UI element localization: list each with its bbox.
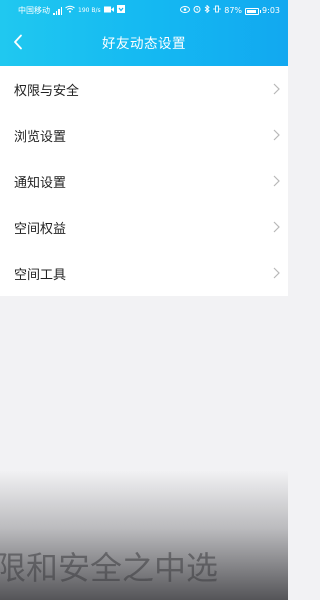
- menu-item-space-tools[interactable]: 空间工具: [0, 250, 288, 296]
- header-bar: 中国移动 190 B/s 87% 9:03 好友动态设置: [0, 0, 288, 66]
- menu-item-space-benefits[interactable]: 空间权益: [0, 204, 288, 250]
- status-left: 中国移动 190 B/s: [18, 0, 125, 22]
- chevron-right-icon: [273, 175, 280, 187]
- chevron-right-icon: [273, 267, 280, 279]
- status-bar: 中国移动 190 B/s 87% 9:03: [0, 0, 288, 22]
- download-icon: [116, 0, 125, 22]
- chevron-right-icon: [273, 221, 280, 233]
- bluetooth-icon: [204, 0, 210, 22]
- vibrate-icon: [213, 0, 221, 22]
- menu-item-label: 通知设置: [14, 175, 67, 191]
- chevron-right-icon: [273, 129, 280, 141]
- menu-item-notifications[interactable]: 通知设置: [0, 158, 288, 204]
- time-label: 9:03: [262, 6, 280, 15]
- status-right: 87% 9:03: [180, 0, 280, 22]
- carrier-label: 中国移动: [18, 6, 50, 15]
- menu-item-label: 空间权益: [14, 221, 67, 237]
- menu-item-label: 权限与安全: [14, 83, 80, 99]
- video-icon: [103, 0, 114, 22]
- settings-list: 权限与安全 浏览设置 通知设置 空间权益 空间工具: [0, 66, 288, 296]
- menu-item-browse[interactable]: 浏览设置: [0, 112, 288, 158]
- chevron-right-icon: [273, 83, 280, 95]
- battery-icon: [245, 7, 262, 15]
- menu-item-label: 空间工具: [14, 267, 67, 283]
- navigation-bar: 好友动态设置: [0, 22, 288, 66]
- wifi-icon: [65, 0, 75, 22]
- video-caption: 限和安全之中选: [0, 549, 219, 587]
- alarm-icon: [193, 0, 201, 22]
- battery-percent-label: 87%: [224, 6, 243, 15]
- eye-icon: [180, 0, 191, 22]
- signal-icon: [53, 7, 62, 15]
- network-speed-label: 190 B/s: [78, 7, 101, 14]
- menu-item-permissions[interactable]: 权限与安全: [0, 66, 288, 112]
- menu-item-label: 浏览设置: [14, 129, 67, 145]
- page-title: 好友动态设置: [102, 36, 186, 52]
